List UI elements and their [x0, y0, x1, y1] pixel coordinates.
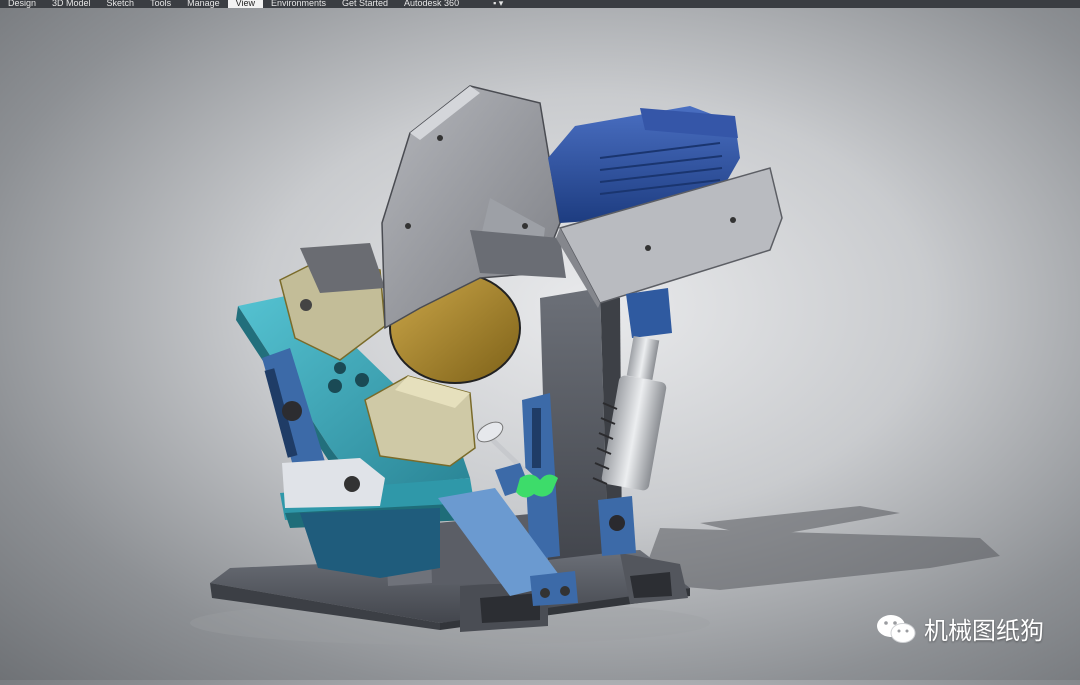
- tab-environments[interactable]: Environments: [263, 0, 334, 8]
- floor-shadow: [640, 506, 1000, 590]
- tab-design[interactable]: Design: [0, 0, 44, 8]
- watermark-text: 机械图纸狗: [924, 617, 1044, 645]
- wechat-icon: [877, 614, 916, 643]
- tab-sketch[interactable]: Sketch: [99, 0, 143, 8]
- tab-3d-model[interactable]: 3D Model: [44, 0, 99, 8]
- camera-dropdown-icon[interactable]: ▪ ▾: [487, 0, 509, 8]
- tab-autodesk-360[interactable]: Autodesk 360: [396, 0, 467, 8]
- tab-manage[interactable]: Manage: [179, 0, 228, 8]
- tab-tools[interactable]: Tools: [142, 0, 179, 8]
- model-render: [190, 85, 1000, 645]
- ribbon-tab-bar: Design 3D Model Sketch Tools Manage View…: [0, 0, 1080, 8]
- watermark: 机械图纸狗: [876, 611, 1044, 646]
- graphics-viewport[interactable]: [0, 8, 1080, 680]
- tab-view[interactable]: View: [227, 0, 263, 8]
- tab-get-started[interactable]: Get Started: [334, 0, 396, 8]
